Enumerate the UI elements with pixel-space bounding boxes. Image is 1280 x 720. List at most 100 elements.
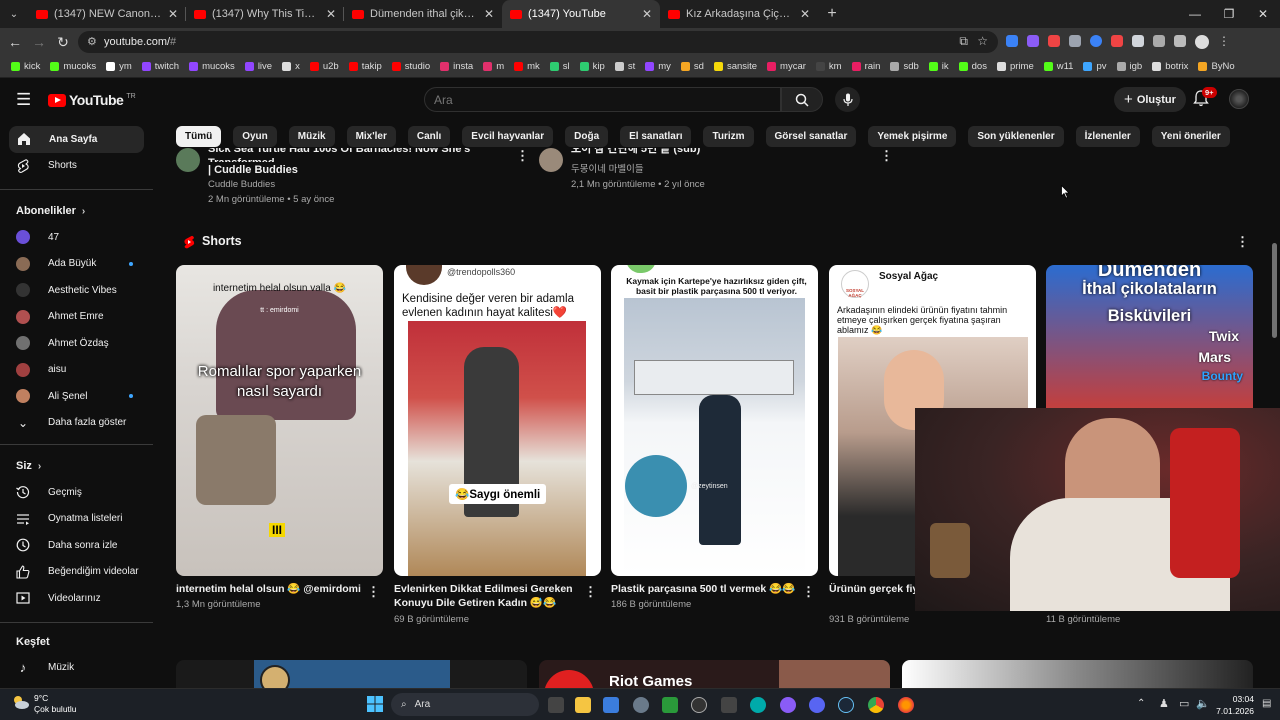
bookmark-item[interactable]: prime [992,61,1039,72]
close-tab-icon[interactable]: ✕ [326,7,336,21]
hamburger-menu-icon[interactable]: ☰ [16,90,31,110]
sidebar-subscription-item[interactable]: 47 [0,224,153,251]
tray-overflow-icon[interactable]: ⌃ [1137,698,1145,709]
close-tab-icon[interactable]: ✕ [642,7,652,21]
close-window-icon[interactable]: ✕ [1246,0,1280,28]
forward-icon[interactable]: → [27,34,51,50]
new-tab-button[interactable]: + [818,0,846,28]
account-avatar[interactable] [1229,89,1249,109]
sidebar-item-music[interactable]: ♪ Müzik [0,655,153,682]
search-button[interactable] [781,87,823,112]
tab-search-button[interactable]: ⌄ [0,0,28,28]
close-tab-icon[interactable]: ✕ [168,7,178,21]
bookmark-item[interactable]: sansite [709,61,762,72]
short-title[interactable]: Evlenirken Dikkat Edilmesi Gereken Konuy… [394,582,579,610]
file-explorer-icon[interactable] [575,697,591,713]
back-icon[interactable]: ← [3,34,27,50]
menu-dots-icon[interactable]: ⋮ [1218,35,1230,49]
volume-icon[interactable]: 🔈 [1196,697,1210,710]
search-input[interactable] [424,87,781,112]
sidebar-item-shorts[interactable]: Shorts [0,153,153,180]
sidebar-subscription-item[interactable]: Ahmet Özdaş [0,330,153,357]
chrome-icon[interactable] [868,697,884,713]
chip-filter[interactable]: Oyun [233,126,277,147]
bookmark-item[interactable]: w11 [1039,61,1079,72]
create-button[interactable]: + Oluştur [1114,87,1186,112]
app-icon[interactable] [750,697,766,713]
bookmark-item[interactable]: my [640,61,676,72]
channel-avatar[interactable] [539,148,563,172]
bookmark-item[interactable]: rain [847,61,886,72]
bookmark-item[interactable]: igb [1112,61,1148,72]
bookmark-item[interactable]: km [811,61,847,72]
app-icon[interactable] [780,697,796,713]
discord-icon[interactable] [809,697,825,713]
video-title[interactable]: 오이 참 간단해 5번 끝 (sub) [571,148,881,161]
bookmark-item[interactable]: sd [676,61,709,72]
bookmark-item[interactable]: dos [954,61,992,72]
steam-icon[interactable] [838,697,854,713]
bookmark-item[interactable]: sdb [885,61,923,72]
sidebar-subscription-item[interactable]: Ahmet Emre [0,304,153,331]
install-app-icon[interactable]: ⧉ [959,34,968,49]
video-menu-icon[interactable]: ⋮ [516,148,529,164]
bookmark-item[interactable]: studio [387,61,435,72]
show-more-button[interactable]: ⌄ Daha fazla göster [0,410,153,437]
minimize-icon[interactable]: — [1178,0,1212,28]
page-scrollbar[interactable] [1272,243,1277,338]
short-menu-icon[interactable]: ⋮ [584,584,597,600]
extension-icon[interactable] [1048,35,1060,47]
sidebar-item-your-videos[interactable]: Videolarınız [0,585,153,612]
notifications-button[interactable]: 9+ [1193,87,1217,112]
weather-widget[interactable]: 9°C Çok bulutlu [34,693,77,715]
short-title[interactable]: Plastik parçasına 500 tl vermek 😂😂 [611,582,796,596]
chip-filter[interactable]: Son yüklenenler [968,126,1064,147]
chip-filter[interactable]: Turizm [703,126,754,147]
chip-filter[interactable]: Yemek pişirme [868,126,957,147]
bookmark-item[interactable]: insta [435,61,478,72]
windows-start-icon[interactable] [367,696,383,712]
subscriptions-header[interactable]: Abonelikler › [0,198,153,224]
bookmark-item[interactable]: x [277,61,305,72]
bookmark-item[interactable]: u2b [305,61,344,72]
profile-avatar[interactable] [1195,35,1209,49]
short-thumbnail[interactable]: Kaymak için Kartepe'ye hazırlıksız giden… [611,265,818,576]
youtube-logo[interactable]: YouTube TR [48,92,136,108]
short-thumbnail[interactable]: internetim helal olsun valla 😂 tt : emir… [176,265,383,576]
bookmark-item[interactable]: sl [545,61,575,72]
extension-icon[interactable] [1090,35,1102,47]
bookmark-item[interactable]: ik [924,61,954,72]
extension-icon[interactable] [1069,35,1081,47]
tray-app-icon[interactable]: ♟ [1159,697,1169,710]
short-thumbnail[interactable]: @trendopolls360 Kendisine değer veren bi… [394,265,601,576]
video-title[interactable]: Sick Sea Turtle Had 100s Of Barnacles! N… [208,148,518,162]
bookmark-item[interactable]: botrix [1147,61,1193,72]
notification-center-icon[interactable]: ▤ [1262,698,1271,709]
you-header[interactable]: Siz › [0,453,153,479]
reading-list-icon[interactable] [1174,35,1186,47]
settings-icon[interactable] [633,697,649,713]
chip-filter[interactable]: Yeni öneriler [1151,126,1230,147]
chip-filter[interactable]: Görsel sanatlar [765,126,857,147]
sidebar-item-playlists[interactable]: Oynatma listeleri [0,506,153,533]
network-icon[interactable]: ▭ [1179,697,1189,710]
video-channel-name[interactable]: 두몽이네 마벨이들 [571,163,644,177]
browser-tab[interactable]: (1347) Why This Tiny Canon Ca ✕ [186,0,344,28]
video-thumbnail[interactable] [176,660,527,688]
task-view-icon[interactable] [548,697,564,713]
bookmark-item[interactable]: ym [101,61,137,72]
sidebar-subscription-item[interactable]: Ada Büyük [0,251,153,278]
sidebar-subscription-item[interactable]: Aesthetic Vibes [0,277,153,304]
bookmark-item[interactable]: kick [6,61,45,72]
chip-filter[interactable]: Mix'ler [346,126,396,147]
video-channel-name[interactable]: Cuddle Buddies [208,178,275,192]
app-icon[interactable] [691,697,707,713]
firefox-icon[interactable] [898,697,914,713]
bookmark-item[interactable]: takip [344,61,387,72]
address-bar[interactable]: ⚙ youtube.com/# ⧉ ☆ [78,31,998,53]
restore-icon[interactable]: ❐ [1212,0,1246,28]
short-menu-icon[interactable]: ⋮ [367,584,380,600]
bookmark-item[interactable]: mycar [762,61,811,72]
close-tab-icon[interactable]: ✕ [800,7,810,21]
bookmark-item[interactable]: m [478,61,509,72]
